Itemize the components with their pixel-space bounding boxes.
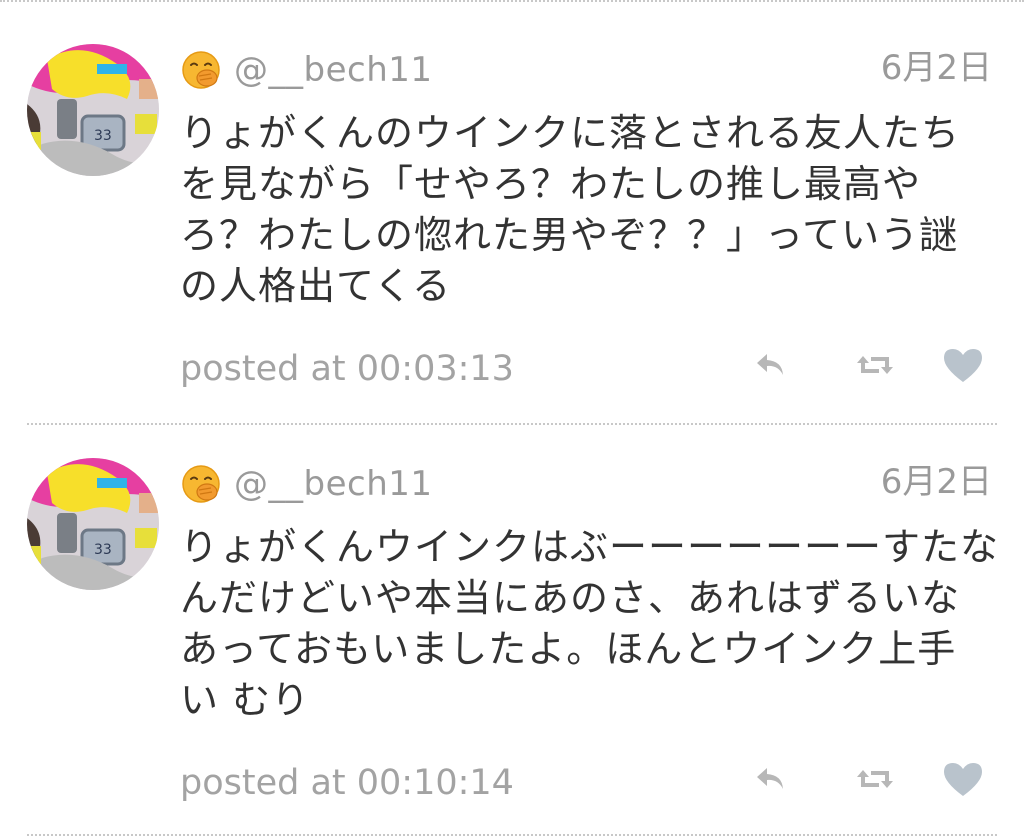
top-divider: [0, 0, 1024, 2]
tweet-text: りょがくんウインクはぶーーーーーーーすたな んだけどいや本当にあのさ、あれはずる…: [180, 525, 1000, 722]
posted-timestamp: posted at 00:03:13: [180, 349, 514, 389]
posted-timestamp: posted at 00:10:14: [180, 763, 514, 803]
tweet-item: 33 @__bech11 6月2日 りょがくんウインクはぶーーーーーーーすたな …: [0, 422, 1024, 836]
tweet-text: りょがくんのウインクに落とされる友人たち を見ながら「せやろ？わたしの推し最高や…: [180, 111, 961, 308]
tweet-date[interactable]: 6月2日: [881, 46, 992, 90]
retweet-icon[interactable]: [852, 342, 898, 388]
reply-icon[interactable]: [748, 756, 794, 802]
face-with-hand-over-mouth-icon: [181, 50, 221, 90]
reply-icon[interactable]: [748, 342, 794, 388]
avatar[interactable]: 33: [27, 458, 159, 590]
tweet-date[interactable]: 6月2日: [881, 460, 992, 504]
heart-icon[interactable]: [940, 756, 986, 802]
heart-icon[interactable]: [940, 342, 986, 388]
retweet-icon[interactable]: [852, 756, 898, 802]
svg-text:33: 33: [94, 542, 112, 558]
tweet-divider: [27, 834, 997, 836]
user-handle[interactable]: @__bech11: [234, 48, 433, 92]
user-handle[interactable]: @__bech11: [234, 462, 433, 506]
face-with-hand-over-mouth-icon: [181, 464, 221, 504]
svg-text:33: 33: [94, 128, 112, 144]
tweet-item: 33 @__bech11 6月2日 りょがくんのウインクに落とされる友人たち を…: [0, 8, 1024, 425]
avatar[interactable]: 33: [27, 44, 159, 176]
